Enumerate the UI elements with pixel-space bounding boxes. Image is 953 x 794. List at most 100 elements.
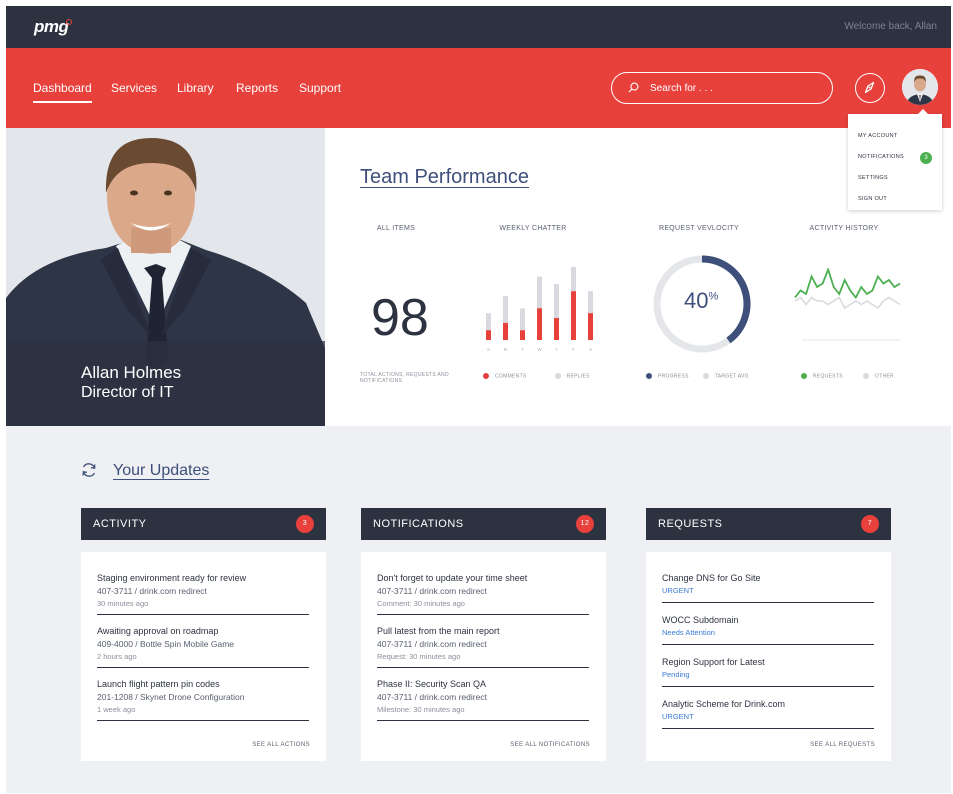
request-item-status: URGENT [662,586,694,595]
legend-replies: REPLIES [554,373,590,379]
tick-label: M [504,347,508,352]
notification-item-project: 407-3711 / drink.com redirect [377,586,487,596]
legend-target-avg: TARGET AVG [702,373,749,379]
notification-item-title: Don't forget to update your time sheet [377,573,528,583]
request-item[interactable]: Region Support for Latest Pending [662,657,874,687]
divider [97,667,309,668]
activity-item[interactable]: Staging environment ready for review 407… [97,573,309,615]
legend-comments: COMMENTS [483,373,527,379]
user-avatar-button[interactable] [902,69,938,105]
request-item[interactable]: Change DNS for Go Site URGENT [662,573,874,603]
divider [377,614,589,615]
team-performance-title[interactable]: Team Performance [360,166,529,189]
request-item-title: Change DNS for Go Site [662,573,761,583]
see-all-requests-link[interactable]: SEE ALL REQUESTS [810,742,875,748]
activity-item-title: Awaiting approval on roadmap [97,626,219,636]
weekly-chatter-chart: SMTWTFS [486,266,593,352]
divider [377,720,589,721]
top-bar: pmg Welcome back, Allan [6,6,951,48]
activity-item-time: 2 hours ago [97,652,137,661]
nav-library[interactable]: Library [177,81,214,95]
legend-dot [646,373,652,379]
activity-item-title: Staging environment ready for review [97,573,247,583]
velocity-value: 40% [684,288,718,314]
weekly-chatter-label: WEEKLY CHATTER [499,225,567,232]
request-item-status: Needs Attention [662,628,715,637]
notification-item-project: 407-3711 / drink.com redirect [377,639,487,649]
explore-button[interactable] [855,73,885,103]
activity-item-title: Launch flight pattern pin codes [97,679,220,689]
all-items-caption: TOTAL ACTIONS, REQUESTS AND NOTIFICATION… [360,372,449,384]
bar-comments [537,308,542,340]
nav-services[interactable]: Services [111,81,157,95]
search-icon [628,82,639,93]
main-nav: Dashboard Services Library Reports Suppo… [6,48,951,128]
menu-sign-out[interactable]: SIGN OUT [858,196,887,202]
all-items-label: ALL ITEMS [376,225,416,232]
notification-item[interactable]: Phase II: Security Scan QA 407-3711 / dr… [377,679,589,721]
notification-item[interactable]: Don't forget to update your time sheet 4… [377,573,589,615]
nav-dashboard[interactable]: Dashboard [33,81,92,103]
logo[interactable]: pmg [34,17,69,37]
notifications-card-title: NOTIFICATIONS [373,518,464,530]
divider [662,602,874,603]
notification-item-time: Comment: 30 minutes ago [377,599,465,608]
nav-reports[interactable]: Reports [236,81,278,95]
profile-overlay: Allan Holmes Director of IT [6,341,325,426]
notifications-count-badge: 12 [576,515,594,533]
notification-item[interactable]: Pull latest from the main report 407-371… [377,626,589,668]
menu-my-account[interactable]: MY ACCOUNT [858,133,898,139]
avatar [902,69,938,105]
divider [662,644,874,645]
request-item[interactable]: WOCC Subdomain Needs Attention [662,615,874,645]
velocity-unit: % [708,290,719,303]
see-all-notifications-link[interactable]: SEE ALL NOTIFICATIONS [510,742,590,748]
legend-dot [801,373,807,379]
bar-comments [520,330,525,340]
activity-card-header: ACTIVITY 3 [81,508,326,540]
request-item-status: URGENT [662,712,694,721]
bar-comments [503,322,508,340]
legend-dot [554,373,561,379]
divider [97,614,309,615]
profile-photo: Allan Holmes Director of IT [6,128,325,426]
legend-other: OTHER [862,373,894,379]
notification-item-title: Phase II: Security Scan QA [377,679,487,689]
activity-item-time: 1 week ago [97,705,136,714]
notification-item-time: Request: 30 minutes ago [377,652,461,661]
search-input[interactable] [650,80,820,96]
request-velocity-label: REQUEST VEVLOCITY [658,225,740,232]
activity-item[interactable]: Launch flight pattern pin codes 201-1208… [97,679,309,721]
tick-label: S [487,347,490,352]
notifications-card-header: NOTIFICATIONS 12 [361,508,606,540]
activity-history-chart [794,268,901,341]
legend-dot [702,373,709,379]
series-other-line [794,296,901,310]
your-updates-title[interactable]: Your Updates [113,462,209,480]
activity-item-project: 409-4000 / Bottle Spin Mobile Game [97,639,235,649]
request-item-title: WOCC Subdomain [662,615,739,625]
requests-card-title: REQUESTS [658,518,723,530]
tick-label: F [572,347,575,352]
requests-count-badge: 7 [861,515,879,533]
activity-card: Staging environment ready for review 407… [81,552,326,761]
all-items-value: 98 [371,289,429,347]
welcome-message: Welcome back, Allan [844,21,937,32]
menu-settings[interactable]: SETTINGS [858,175,888,181]
compass-icon [864,81,875,94]
requests-card-header: REQUESTS 7 [646,508,891,540]
series-requests-line [794,268,901,300]
see-all-actions-link[interactable]: SEE ALL ACTIONS [252,742,310,748]
nav-support[interactable]: Support [299,81,341,95]
activity-item[interactable]: Awaiting approval on roadmap 409-4000 / … [97,626,309,668]
refresh-icon[interactable] [80,461,98,479]
tick-label: T [521,347,524,352]
request-item[interactable]: Analytic Scheme for Drink.com URGENT [662,699,874,729]
search-box[interactable] [611,72,833,104]
notification-item-title: Pull latest from the main report [377,626,500,636]
profile-title: Director of IT [81,384,174,401]
activity-item-time: 30 minutes ago [97,599,149,608]
bar-comments [554,318,559,340]
activity-card-title: ACTIVITY [93,518,147,530]
menu-notifications[interactable]: NOTIFICATIONS [858,154,904,160]
